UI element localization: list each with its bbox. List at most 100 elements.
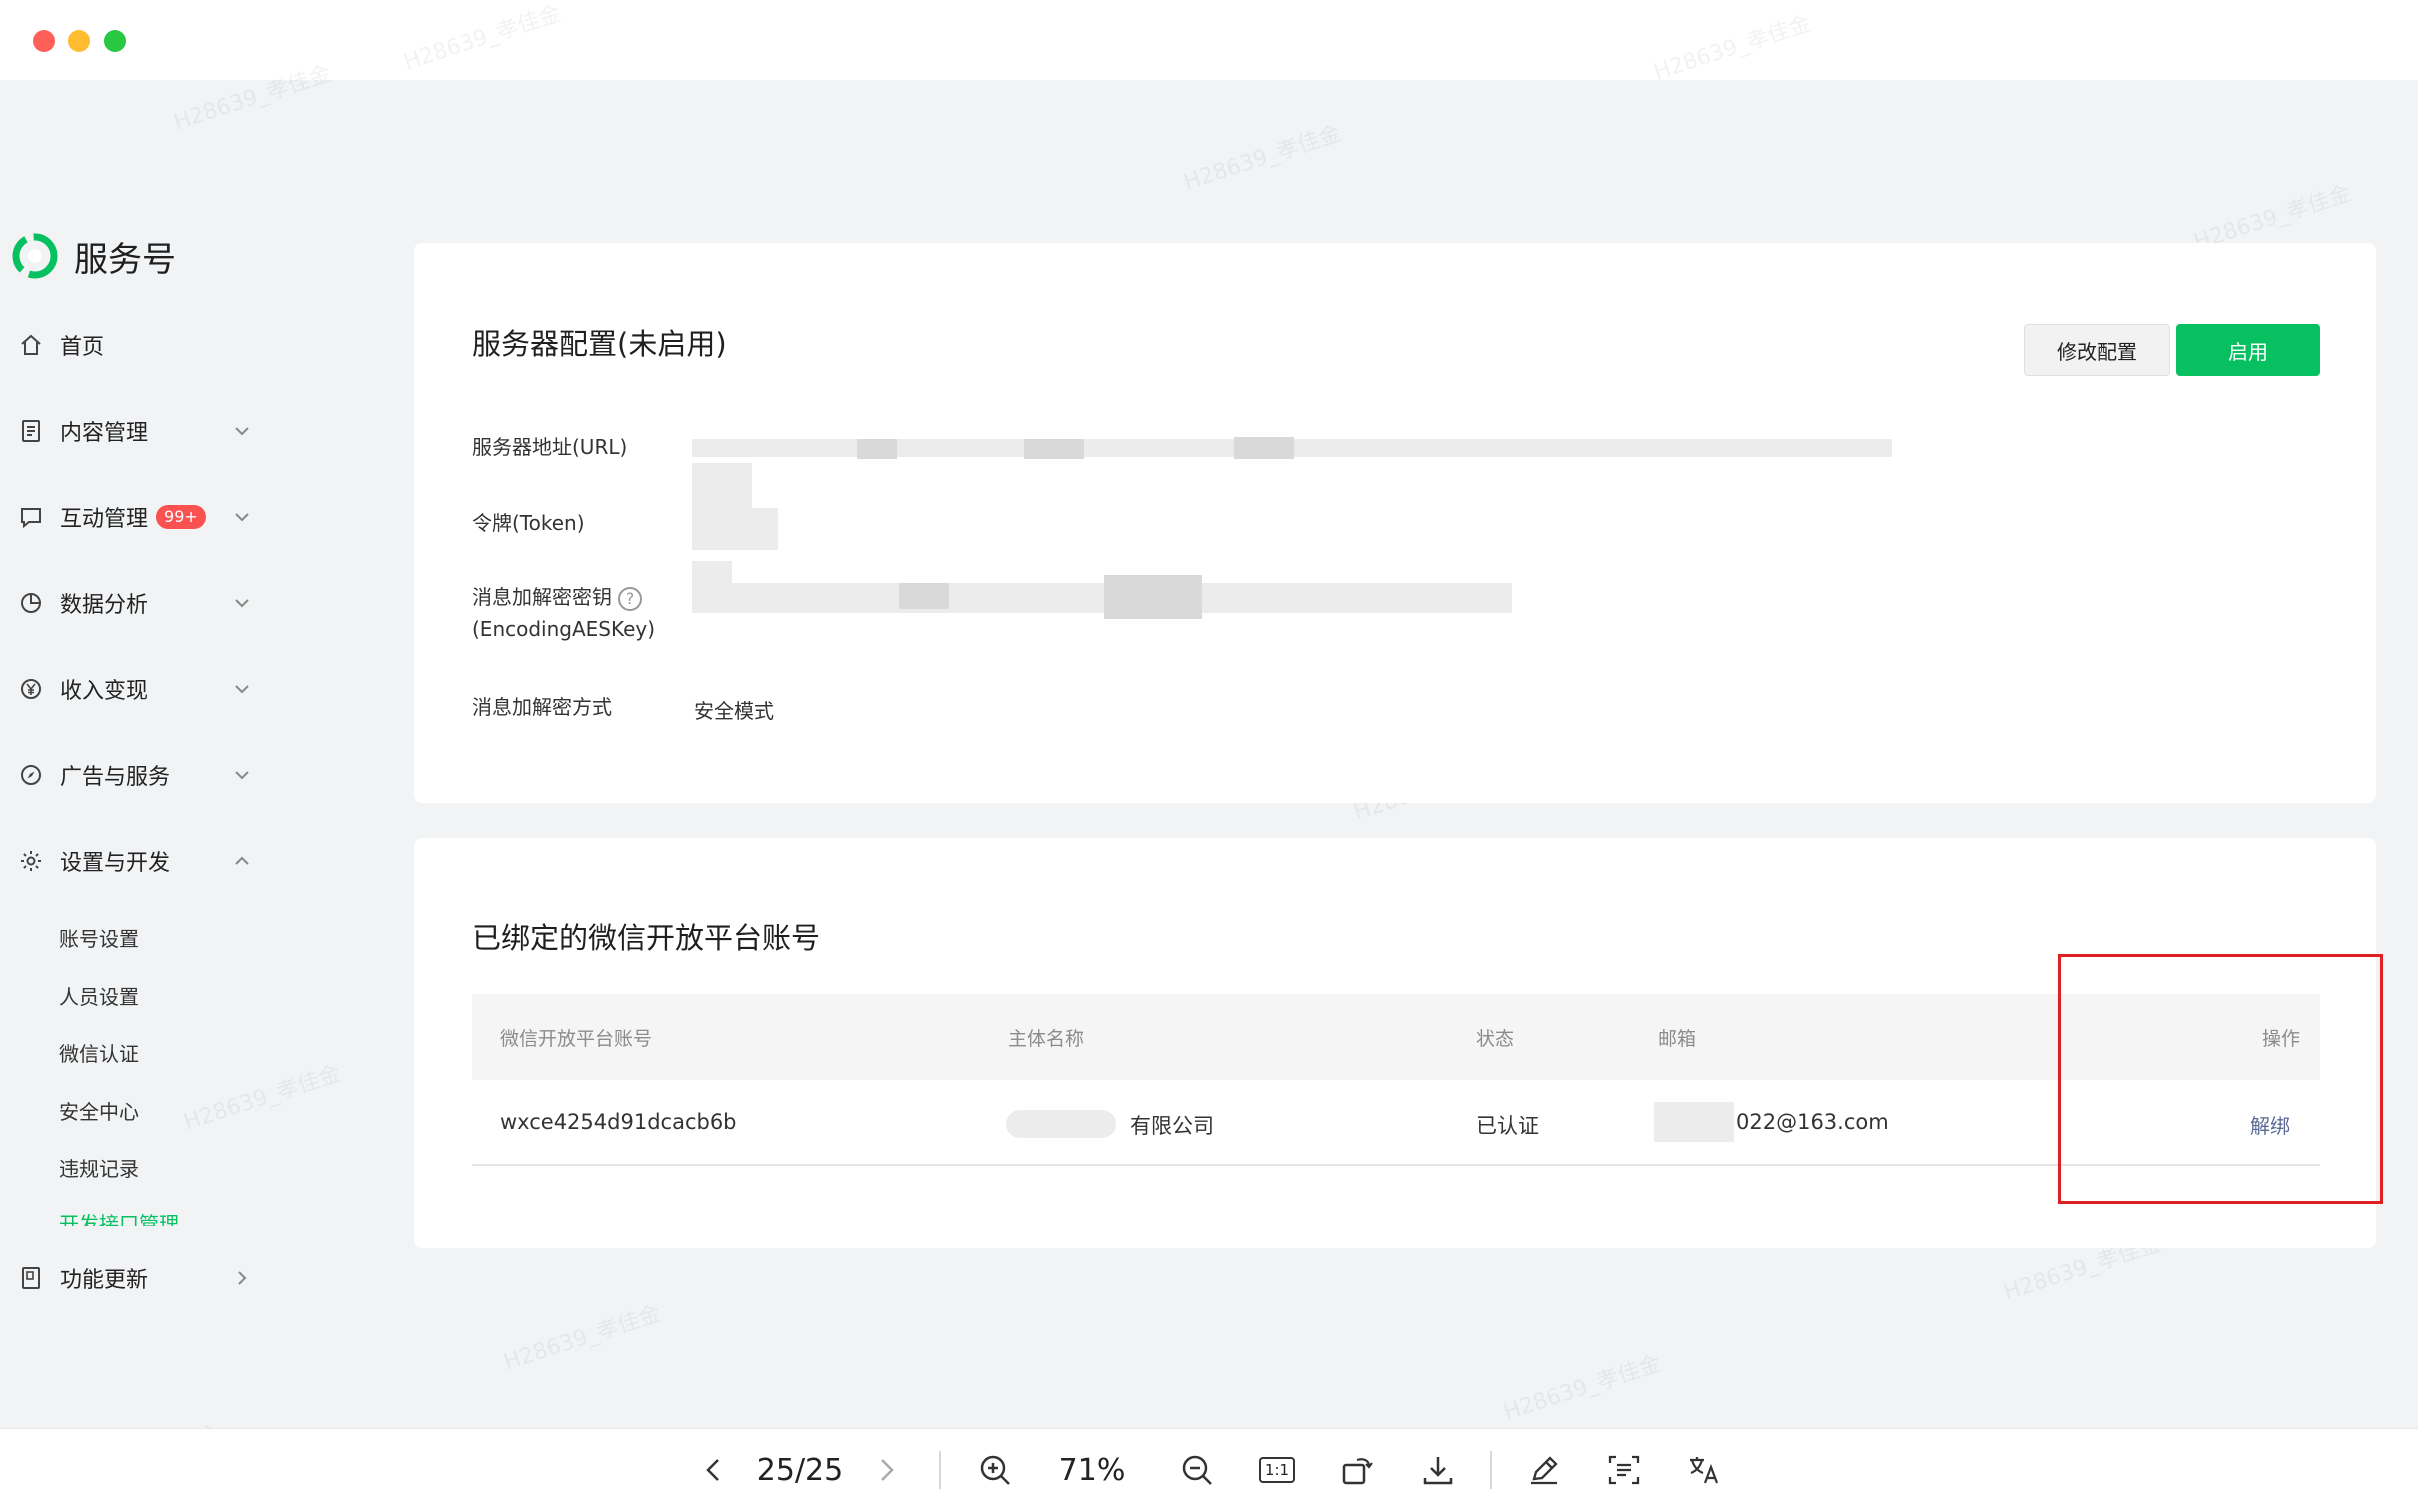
chevron-down-icon: [235, 599, 249, 608]
redacted-email-prefix: [1654, 1102, 1734, 1142]
toolbar-divider: [939, 1451, 941, 1489]
window-titlebar: [0, 0, 2418, 80]
column-header-status: 状态: [1476, 1028, 1515, 1050]
redacted-block: [1104, 575, 1202, 619]
toolbar-divider: [1490, 1451, 1492, 1489]
annotate-button[interactable]: [1523, 1449, 1565, 1491]
chevron-down-icon: [235, 771, 249, 780]
sidebar-item-feature-updates[interactable]: 功能更新: [18, 1258, 258, 1298]
scan-text-icon: [1608, 1455, 1640, 1485]
translate-icon: [1690, 1457, 1719, 1484]
zoom-in-icon: [980, 1455, 1010, 1485]
download-icon: [1423, 1457, 1453, 1485]
redacted-block: [1234, 437, 1294, 459]
sidebar-item-interaction[interactable]: 互动管理 99+: [18, 497, 258, 537]
home-icon: [18, 332, 44, 358]
aes-key-label: 消息加解密密钥? (EncodingAESKey): [472, 581, 655, 645]
aes-key-label-line1: 消息加解密密钥: [472, 585, 612, 609]
zoom-level: 71%: [1058, 1452, 1126, 1488]
status-cell: 已认证: [1476, 1114, 1539, 1138]
redacted-block: [899, 583, 949, 609]
notification-badge: 99+: [156, 505, 206, 529]
chevron-down-icon: [235, 427, 249, 436]
column-header-account: 微信开放平台账号: [500, 1028, 653, 1050]
sidebar-item-content[interactable]: 内容管理: [18, 411, 258, 451]
gear-icon: [18, 848, 44, 874]
aes-key-label-line2: (EncodingAESKey): [472, 617, 656, 641]
table-header: 微信开放平台账号 主体名称 状态 邮箱 操作: [472, 994, 2320, 1080]
url-label: 服务器地址(URL): [472, 435, 628, 459]
yen-icon: [18, 676, 44, 702]
chevron-left-icon: [706, 1459, 719, 1481]
modify-config-button[interactable]: 修改配置: [2024, 324, 2170, 376]
encryption-mode-label: 消息加解密方式: [472, 695, 612, 719]
actual-size-button[interactable]: 1:1: [1256, 1449, 1298, 1491]
redacted-entity-prefix: [1006, 1110, 1116, 1138]
sidebar-item-label: 功能更新: [60, 1268, 149, 1293]
sidebar-subitem-member-settings[interactable]: 人员设置: [59, 981, 139, 1010]
previous-page-button[interactable]: [694, 1449, 734, 1491]
pen-edit-icon: [1531, 1456, 1558, 1485]
sidebar-item-label: 内容管理: [60, 421, 149, 446]
rotate-icon: [1342, 1458, 1373, 1485]
redacted-token-value: [692, 508, 778, 550]
page-indicator: 25/25: [756, 1452, 844, 1488]
download-button[interactable]: [1417, 1449, 1459, 1491]
sidebar-item-settings-dev[interactable]: 设置与开发: [18, 841, 258, 881]
sidebar-item-revenue[interactable]: 收入变现: [18, 669, 258, 709]
zoom-in-button[interactable]: [974, 1449, 1016, 1491]
redacted-block: [857, 439, 897, 459]
sidebar-subitem-account-settings[interactable]: 账号设置: [59, 923, 139, 952]
server-config-card: 服务器配置(未启用) 修改配置 启用 服务器地址(URL) 令牌(Token) …: [414, 243, 2376, 803]
column-header-email: 邮箱: [1658, 1028, 1697, 1050]
account-id-cell: wxce4254d91dcacb6b: [500, 1110, 737, 1134]
chevron-down-icon: [235, 513, 249, 522]
next-page-button[interactable]: [866, 1449, 906, 1491]
chevron-up-icon: [235, 856, 249, 865]
chevron-right-icon: [238, 1271, 247, 1285]
sidebar-item-label: 设置与开发: [60, 851, 171, 876]
column-header-entity: 主体名称: [1008, 1028, 1085, 1050]
text-recognition-button[interactable]: [1603, 1449, 1645, 1491]
sidebar-item-label: 数据分析: [60, 593, 149, 618]
redacted-block: [1024, 439, 1084, 459]
sidebar-item-label: 互动管理: [60, 507, 149, 532]
sidebar-subitem-dev-interface[interactable]: 开发接口管理: [59, 1208, 179, 1226]
zoom-out-button[interactable]: [1176, 1449, 1218, 1491]
server-config-title: 服务器配置(未启用): [472, 327, 727, 361]
brand-name: 服务号: [74, 239, 176, 280]
actual-size-icon: 1:1: [1258, 1457, 1296, 1483]
chevron-right-icon: [881, 1459, 894, 1481]
chat-icon: [18, 504, 44, 530]
document-icon: [18, 418, 44, 444]
sidebar-item-label: 收入变现: [60, 679, 149, 704]
enable-button[interactable]: 启用: [2176, 324, 2320, 376]
token-label: 令牌(Token): [472, 511, 585, 535]
bound-accounts-title: 已绑定的微信开放平台账号: [472, 921, 821, 955]
maximize-window-button[interactable]: [104, 30, 126, 52]
close-window-button[interactable]: [33, 30, 55, 52]
minimize-window-button[interactable]: [68, 30, 90, 52]
sidebar-item-ads-services[interactable]: 广告与服务: [18, 755, 258, 795]
sidebar-subitem-violation-records[interactable]: 违规记录: [59, 1153, 139, 1182]
help-question-icon[interactable]: ?: [618, 586, 642, 611]
redacted-aes-key-value: [692, 583, 1512, 613]
email-cell: 022@163.com: [1736, 1110, 1889, 1134]
sidebar-item-analytics[interactable]: 数据分析: [18, 583, 258, 623]
viewer-toolbar: 25/25 71% 1:1: [0, 1428, 2418, 1510]
highlight-annotation-box: [2058, 954, 2383, 1204]
pie-chart-icon: [18, 590, 44, 616]
entity-name-cell: 有限公司: [1130, 1114, 1214, 1138]
brand[interactable]: 服务号: [10, 228, 176, 284]
row-divider: [472, 1164, 2320, 1166]
chevron-down-icon: [235, 685, 249, 694]
sidebar-item-label: 首页: [60, 335, 105, 360]
rotate-button[interactable]: [1336, 1449, 1378, 1491]
sidebar-subitem-security-center[interactable]: 安全中心: [59, 1096, 139, 1125]
compass-icon: [18, 762, 44, 788]
translate-button[interactable]: [1683, 1449, 1725, 1491]
book-icon: [18, 1265, 44, 1291]
sidebar-subitem-wechat-verification[interactable]: 微信认证: [59, 1038, 139, 1067]
encryption-mode-value: 安全模式: [694, 699, 774, 723]
sidebar-item-home[interactable]: 首页: [18, 325, 258, 365]
